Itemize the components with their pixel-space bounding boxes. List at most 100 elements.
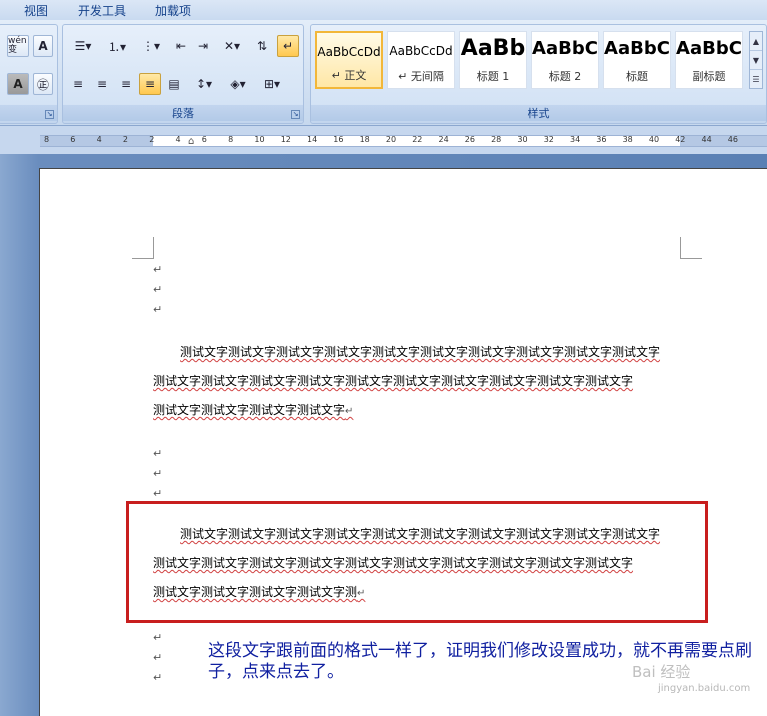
align-left-button[interactable]: ≡ — [67, 73, 89, 95]
ruler-tick-label: 22 — [412, 135, 423, 144]
style-name: 副标题 — [692, 70, 726, 83]
ruler-tick-label: 8 — [44, 135, 50, 144]
sort-button[interactable]: ⇅ — [251, 35, 273, 57]
justify-button[interactable]: ≡ — [139, 73, 161, 95]
style-preview: AaBbC — [604, 38, 670, 59]
ruler-tick-label: 28 — [491, 135, 502, 144]
ruler-tick-label: 12 — [280, 135, 291, 144]
style-preview: AaBbCcDd — [389, 44, 453, 58]
paragraph-mark-icon: ↵ — [153, 651, 163, 664]
shading-button[interactable]: ◈▾ — [223, 73, 253, 95]
ruler-tick-label: 46 — [727, 135, 738, 144]
ruler-tick-label: 44 — [701, 135, 712, 144]
paragraph-mark-icon: ↵ — [345, 406, 354, 417]
ruler-tick-label: 2 — [149, 135, 155, 144]
increase-indent-button[interactable]: ⇥ — [193, 35, 213, 57]
menu-view[interactable]: 视图 — [24, 2, 48, 19]
style-name: 标题 1 — [476, 70, 510, 83]
distributed-button[interactable]: ▤ — [163, 73, 185, 95]
text-line-content: 测试文字测试文字测试文字测试文字测 — [153, 585, 358, 599]
paragraph-mark-icon: ↵ — [357, 588, 366, 599]
phonetic-guide-button[interactable]: wén 变 — [7, 35, 29, 57]
distributed-icon: ▤ — [168, 77, 180, 91]
border-icon: ⊞▾ — [263, 77, 281, 91]
ruler-tick-label: 36 — [596, 135, 607, 144]
align-left-icon: ≡ — [72, 77, 84, 91]
character-shading-button[interactable]: A — [7, 73, 29, 95]
ruler-tick-label: 6 — [201, 135, 207, 144]
ruler-tick-label: 38 — [622, 135, 633, 144]
paragraph-group-label: 段落 — [63, 105, 303, 121]
menu-addins[interactable]: 加载项 — [155, 2, 191, 19]
style-title[interactable]: AaBbC 标题 — [603, 31, 671, 89]
font-dialog-launcher[interactable]: ↘ — [45, 110, 54, 119]
chinese-layout-icon: ✕▾ — [223, 39, 241, 53]
ruler-bar: ⌂ 8 6 4 2 2 4 6 8 10 12 14 16 18 20 22 24 26 28 30 32 34 36 38… — [0, 126, 767, 154]
align-center-button[interactable]: ≡ — [91, 73, 113, 95]
watermark: Bai 经验 — [632, 663, 691, 681]
styles-group-label: 样式 — [311, 105, 766, 121]
horizontal-ruler[interactable]: ⌂ 8 6 4 2 2 4 6 8 10 12 14 16 18 20 22 24 26 28 30 32 34 36 38… — [40, 135, 767, 147]
document-page[interactable]: ↵ ↵ ↵ 测试文字测试文字测试文字测试文字测试文字测试文字测试文字测试文字测试… — [39, 168, 767, 716]
text-line: 测试文字测试文字测试文字测试文字↵ — [153, 401, 353, 418]
chinese-layout-button[interactable]: ✕▾ — [217, 35, 247, 57]
menu-developer[interactable]: 开发工具 — [78, 2, 126, 19]
phonetic-guide-icon: wén 变 — [8, 36, 27, 55]
text-line: 测试文字测试文字测试文字测试文字测试文字测试文字测试文字测试文字测试文字测试文字 — [180, 527, 661, 541]
bullets-icon: ☰▾ — [74, 39, 92, 53]
style-preview: AaBb — [460, 36, 526, 61]
paragraph-mark-icon: ↵ — [153, 263, 163, 276]
multilevel-list-button[interactable]: ⋮▾ — [135, 35, 167, 57]
watermark-url: jingyan.baidu.com — [658, 683, 751, 694]
line-spacing-icon: ↕▾ — [195, 77, 213, 91]
scroll-down-icon[interactable]: ▼ — [750, 51, 762, 70]
bullets-button[interactable]: ☰▾ — [67, 35, 99, 57]
ruler-tick-label: 24 — [438, 135, 449, 144]
menu-bar: 视图 开发工具 加载项 — [0, 0, 767, 20]
ruler-tick-label: 20 — [385, 135, 397, 144]
paragraph-dialog-launcher[interactable]: ↘ — [291, 110, 300, 119]
scroll-up-icon[interactable]: ▲ — [750, 32, 762, 51]
indent-marker-icon[interactable]: ⌂ — [188, 136, 194, 147]
paragraph-mark-icon: ↵ — [153, 631, 163, 644]
character-border-button[interactable]: A — [33, 35, 53, 57]
style-heading-2[interactable]: AaBbC 标题 2 — [531, 31, 599, 89]
decrease-indent-button[interactable]: ⇤ — [171, 35, 191, 57]
paragraph-mark-icon: ↵ — [153, 303, 163, 316]
ruler-tick-label: 6 — [70, 135, 76, 144]
margin-corner-top-right — [680, 237, 702, 259]
numbering-button[interactable]: ⒈▾ — [101, 35, 133, 57]
document-area: ↵ ↵ ↵ 测试文字测试文字测试文字测试文字测试文字测试文字测试文字测试文字测试… — [0, 154, 767, 716]
justify-icon: ≡ — [144, 77, 156, 91]
ruler-right-margin — [680, 136, 767, 146]
style-preview: AaBbC — [532, 38, 598, 59]
style-no-spacing[interactable]: AaBbCcDd ↵ 无间隔 — [387, 31, 455, 89]
numbering-icon: ⒈▾ — [107, 39, 127, 54]
character-shading-icon: A — [13, 77, 23, 91]
show-paragraph-marks-button[interactable]: ↵ — [277, 35, 299, 57]
enclose-characters-button[interactable]: ㊣ — [33, 73, 53, 95]
paragraph-mark-icon: ↵ — [153, 283, 163, 296]
style-heading-1[interactable]: AaBb 标题 1 — [459, 31, 527, 89]
dialog-launcher-icon: ↘ — [292, 110, 299, 118]
paragraph-mark-icon: ↵ — [153, 447, 163, 460]
paragraph-mark-icon: ↵ — [153, 487, 163, 500]
ruler-tick-label: 40 — [648, 135, 660, 144]
line-spacing-button[interactable]: ↕▾ — [189, 73, 219, 95]
text-line: 测试文字测试文字测试文字测试文字测试文字测试文字测试文字测试文字测试文字测试文字 — [153, 556, 634, 570]
align-right-button[interactable]: ≡ — [115, 73, 137, 95]
style-normal[interactable]: AaBbCcDd ↵ 正文 — [315, 31, 383, 89]
style-gallery: AaBbCcDd ↵ 正文 AaBbCcDd ↵ 无间隔 AaBb 标题 1 A… — [315, 31, 745, 89]
decrease-indent-icon: ⇤ — [175, 39, 187, 53]
style-name: 标题 2 — [548, 70, 582, 83]
style-subtitle[interactable]: AaBbC 副标题 — [675, 31, 743, 89]
ruler-tick-label: 14 — [307, 135, 318, 144]
style-name: ↵ 无间隔 — [398, 70, 444, 83]
more-styles-icon[interactable]: ☰ — [750, 70, 762, 89]
style-preview: AaBbC — [676, 38, 742, 59]
borders-button[interactable]: ⊞▾ — [257, 73, 287, 95]
style-name: 标题 — [626, 70, 648, 83]
text-line: 测试文字测试文字测试文字测试文字测↵ — [153, 583, 365, 600]
margin-corner-top-left — [132, 237, 154, 259]
styles-group: AaBbCcDd ↵ 正文 AaBbCcDd ↵ 无间隔 AaBb 标题 1 A… — [310, 24, 767, 124]
